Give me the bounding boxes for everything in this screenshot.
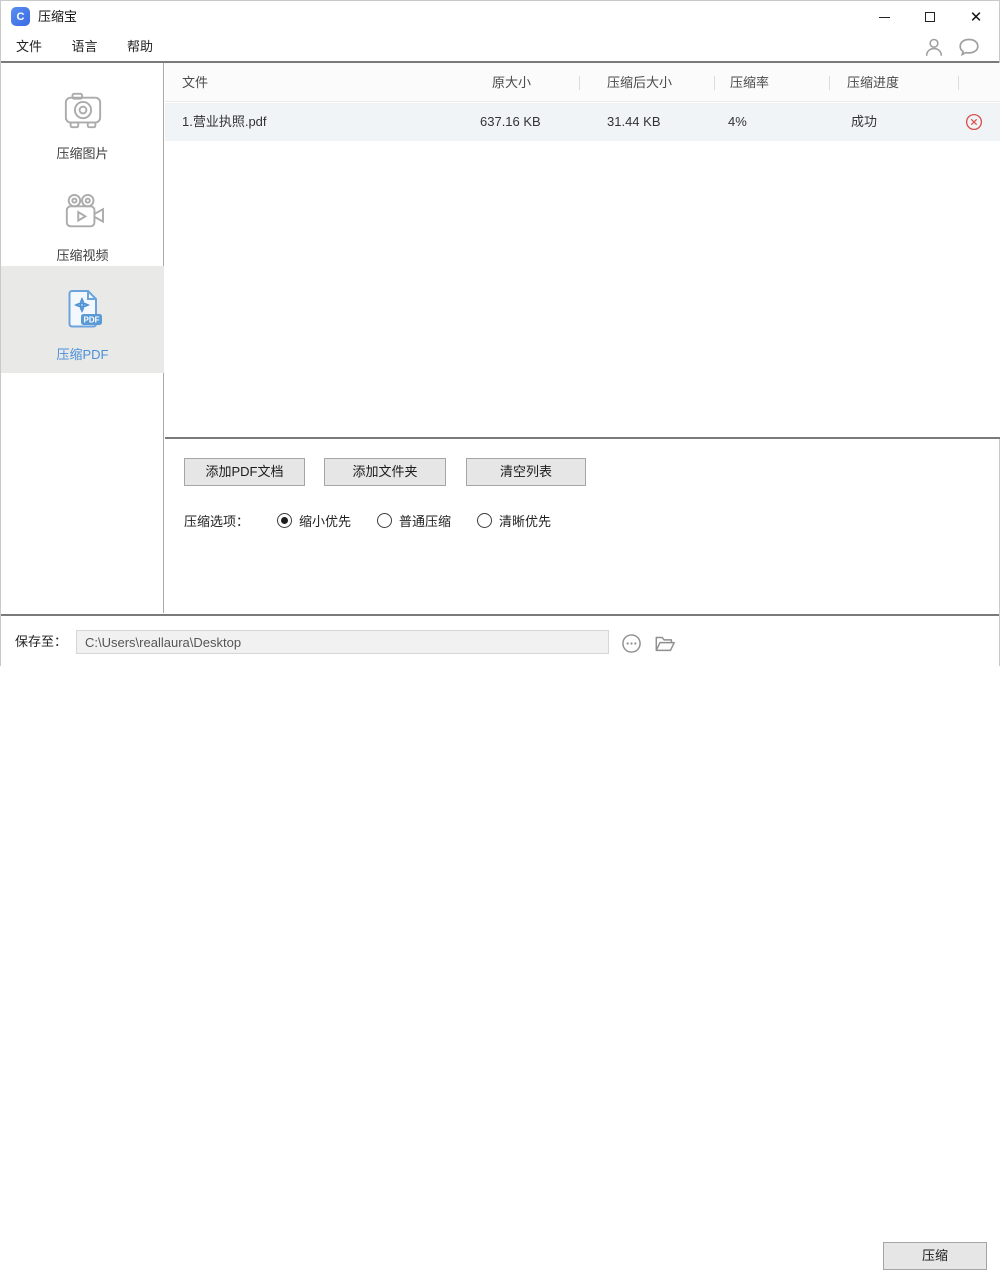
column-divider bbox=[829, 76, 830, 90]
sidebar-item-label: 压缩视频 bbox=[1, 245, 164, 264]
sidebar-item-label: 压缩PDF bbox=[1, 344, 164, 363]
cell-original-size: 637.16 KB bbox=[480, 103, 541, 141]
file-list-panel: 文件 原大小 压缩后大小 压缩率 压缩进度 1.营业执照.pdf 637.16 … bbox=[165, 63, 1000, 439]
title-bar: C 压缩宝 ✕ bbox=[1, 1, 999, 33]
sidebar: 压缩图片 压缩视频 PDF 压缩PDF bbox=[1, 63, 164, 613]
menu-file[interactable]: 文件 bbox=[11, 33, 47, 61]
sidebar-item-compress-pdf[interactable]: PDF 压缩PDF bbox=[1, 266, 164, 373]
column-header-compressed-size: 压缩后大小 bbox=[607, 63, 672, 102]
window-controls: ✕ bbox=[861, 1, 999, 33]
radio-size-priority[interactable]: 缩小优先 bbox=[277, 511, 351, 530]
radio-group: 缩小优先 普通压缩 清晰优先 bbox=[277, 511, 551, 530]
video-camera-icon bbox=[1, 193, 164, 233]
close-icon: ✕ bbox=[970, 10, 983, 25]
column-divider bbox=[714, 76, 715, 90]
compression-options-label: 压缩选项： bbox=[184, 511, 249, 530]
maximize-button[interactable] bbox=[907, 1, 953, 33]
svg-text:PDF: PDF bbox=[83, 316, 99, 325]
footer-bar: 保存至： 压缩 bbox=[1, 614, 999, 667]
add-folder-button[interactable]: 添加文件夹 bbox=[324, 458, 446, 486]
save-to-label: 保存至： bbox=[15, 616, 67, 667]
radio-button-icon bbox=[377, 513, 392, 528]
feedback-chat-icon[interactable] bbox=[957, 35, 981, 59]
compression-options-row: 压缩选项： 缩小优先 普通压缩 清晰优先 bbox=[184, 509, 551, 531]
menu-bar: 文件 语言 帮助 bbox=[1, 33, 999, 61]
browse-ellipsis-icon[interactable] bbox=[619, 631, 643, 655]
column-header-original-size: 原大小 bbox=[492, 63, 531, 102]
minimize-icon bbox=[879, 17, 890, 18]
radio-clarity-priority[interactable]: 清晰优先 bbox=[477, 511, 551, 530]
column-header-progress: 压缩进度 bbox=[847, 63, 899, 102]
column-header-ratio: 压缩率 bbox=[730, 63, 769, 102]
sidebar-item-label: 压缩图片 bbox=[1, 143, 164, 162]
compress-button[interactable]: 压缩 bbox=[883, 1242, 987, 1270]
radio-button-icon bbox=[477, 513, 492, 528]
cell-compressed-size: 31.44 KB bbox=[607, 103, 661, 141]
save-path-input[interactable] bbox=[76, 630, 609, 654]
column-header-file: 文件 bbox=[182, 63, 208, 102]
close-button[interactable]: ✕ bbox=[953, 1, 999, 33]
user-account-icon[interactable] bbox=[923, 35, 945, 59]
circle-x-icon[interactable] bbox=[965, 113, 983, 131]
radio-label: 普通压缩 bbox=[399, 511, 451, 530]
app-logo-icon: C bbox=[11, 7, 30, 26]
radio-label: 清晰优先 bbox=[499, 511, 551, 530]
cell-ratio: 4% bbox=[728, 103, 747, 141]
maximize-icon bbox=[925, 12, 935, 22]
column-divider bbox=[579, 76, 580, 90]
minimize-button[interactable] bbox=[861, 1, 907, 33]
column-divider bbox=[958, 76, 959, 90]
cell-file-name: 1.营业执照.pdf bbox=[182, 103, 267, 141]
camera-icon bbox=[1, 91, 164, 131]
menu-language[interactable]: 语言 bbox=[66, 33, 102, 61]
add-pdf-button[interactable]: 添加PDF文档 bbox=[184, 458, 305, 486]
clear-list-button[interactable]: 清空列表 bbox=[466, 458, 586, 486]
pdf-file-icon: PDF bbox=[1, 286, 164, 332]
radio-label: 缩小优先 bbox=[299, 511, 351, 530]
open-folder-icon[interactable] bbox=[653, 631, 677, 655]
cell-progress-status: 成功 bbox=[851, 103, 877, 141]
menu-help[interactable]: 帮助 bbox=[122, 33, 158, 61]
table-row[interactable]: 1.营业执照.pdf 637.16 KB 31.44 KB 4% 成功 bbox=[165, 103, 1000, 141]
radio-normal-compression[interactable]: 普通压缩 bbox=[377, 511, 451, 530]
table-header: 文件 原大小 压缩后大小 压缩率 压缩进度 bbox=[165, 63, 1000, 102]
radio-button-icon bbox=[277, 513, 292, 528]
window-title: 压缩宝 bbox=[38, 1, 77, 33]
sidebar-item-compress-image[interactable]: 压缩图片 bbox=[1, 83, 164, 183]
app-window: { "window": { "title": "压缩宝", "app_icon_… bbox=[0, 0, 1000, 666]
